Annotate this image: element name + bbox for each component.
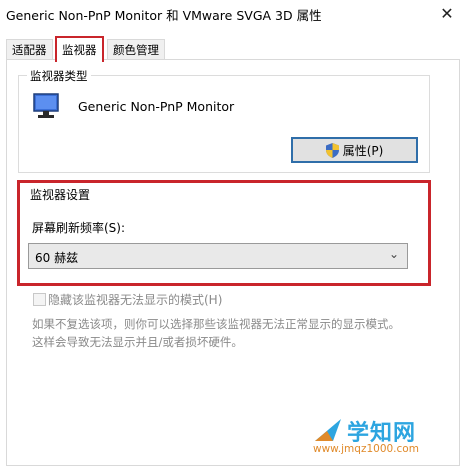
tab-strip: 适配器 监视器 颜色管理 — [6, 36, 461, 62]
monitor-type-label: 监视器类型 — [27, 68, 91, 84]
properties-button-label: 属性(P) — [342, 143, 384, 158]
watermark-url: www.jmqz1000.com — [313, 443, 419, 455]
close-button[interactable]: ✕ — [432, 2, 462, 26]
hide-modes-label: 隐藏该监视器无法显示的模式(H) — [48, 293, 223, 307]
refresh-rate-select[interactable]: 60 赫兹 ⌄ — [28, 243, 408, 269]
monitor-name: Generic Non-PnP Monitor — [78, 99, 235, 114]
refresh-rate-value: 60 赫兹 — [35, 251, 79, 265]
monitor-icon — [33, 93, 59, 118]
description-line-2: 这样会导致无法显示并且/或者损坏硬件。 — [32, 335, 243, 349]
watermark-logo: 学知网 www.jmqz1000.com — [313, 413, 463, 461]
title-bar: Generic Non-PnP Monitor 和 VMware SVGA 3D… — [0, 0, 467, 28]
watermark-icon — [315, 419, 341, 441]
chevron-down-icon: ⌄ — [388, 247, 399, 261]
monitor-settings-label: 监视器设置 — [30, 188, 91, 202]
tab-monitor[interactable]: 监视器 — [55, 36, 104, 62]
shield-icon — [325, 142, 339, 158]
tab-color-management[interactable]: 颜色管理 — [107, 39, 165, 60]
hide-modes-checkbox[interactable] — [33, 293, 46, 306]
tab-adapter[interactable]: 适配器 — [6, 39, 53, 60]
refresh-rate-label: 屏幕刷新频率(S): — [32, 221, 126, 235]
window-title: Generic Non-PnP Monitor 和 VMware SVGA 3D… — [6, 8, 322, 23]
description-line-1: 如果不复选该项，则你可以选择那些该监视器无法正常显示的显示模式。 — [32, 317, 400, 331]
properties-button[interactable]: 属性(P) — [291, 137, 418, 163]
